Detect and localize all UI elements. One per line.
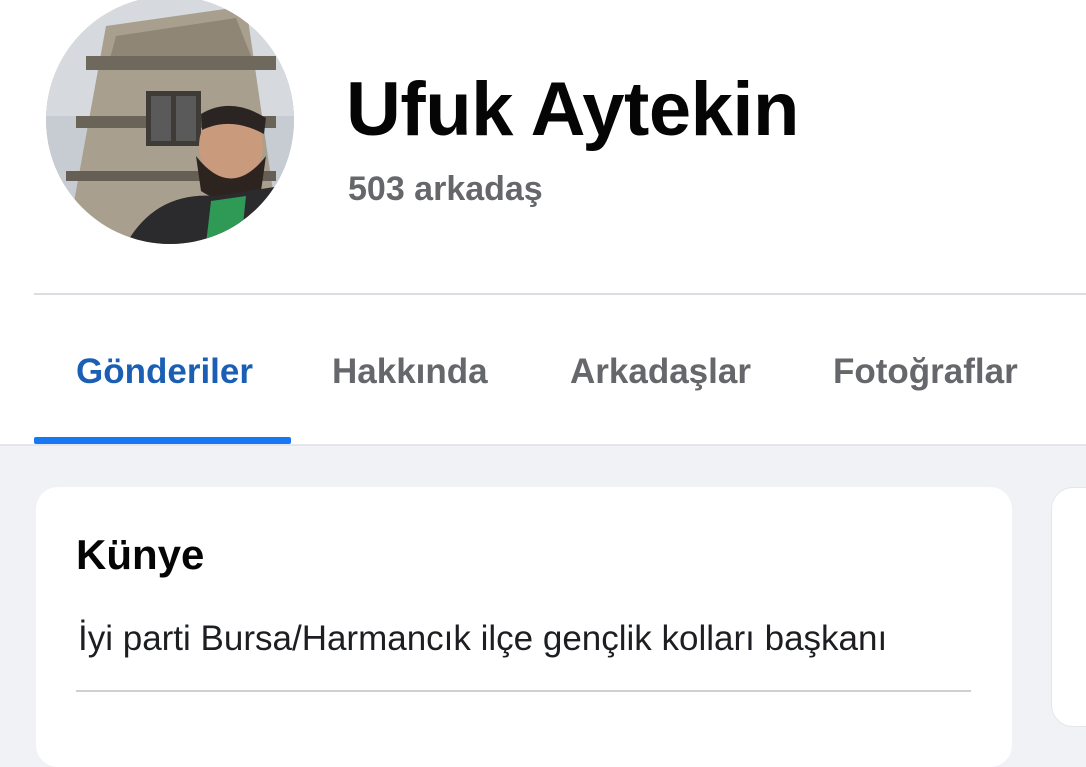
tabs-divider (0, 444, 1086, 446)
tab-about[interactable]: Hakkında (332, 352, 488, 392)
avatar-photo (46, 0, 294, 244)
header-divider (34, 293, 1086, 295)
intro-card: Künye İyi parti Bursa/Harmancık ilçe gen… (36, 487, 1012, 767)
profile-avatar[interactable] (46, 0, 294, 244)
side-card (1051, 487, 1086, 727)
active-tab-indicator (34, 437, 291, 444)
tab-photos[interactable]: Fotoğraflar (833, 352, 1018, 392)
intro-bio: İyi parti Bursa/Harmancık ilçe gençlik k… (78, 619, 888, 658)
profile-header: Ufuk Aytekin 503 arkadaş Gönderiler Hakk… (0, 0, 1086, 446)
friend-count[interactable]: 503 arkadaş (348, 170, 543, 209)
profile-tabs: Gönderiler Hakkında Arkadaşlar Fotoğrafl… (0, 296, 1086, 442)
intro-card-title: Künye (76, 531, 205, 578)
tab-friends[interactable]: Arkadaşlar (570, 352, 751, 392)
profile-name: Ufuk Aytekin (346, 67, 799, 152)
tab-posts[interactable]: Gönderiler (76, 352, 253, 392)
intro-card-divider (76, 690, 971, 692)
